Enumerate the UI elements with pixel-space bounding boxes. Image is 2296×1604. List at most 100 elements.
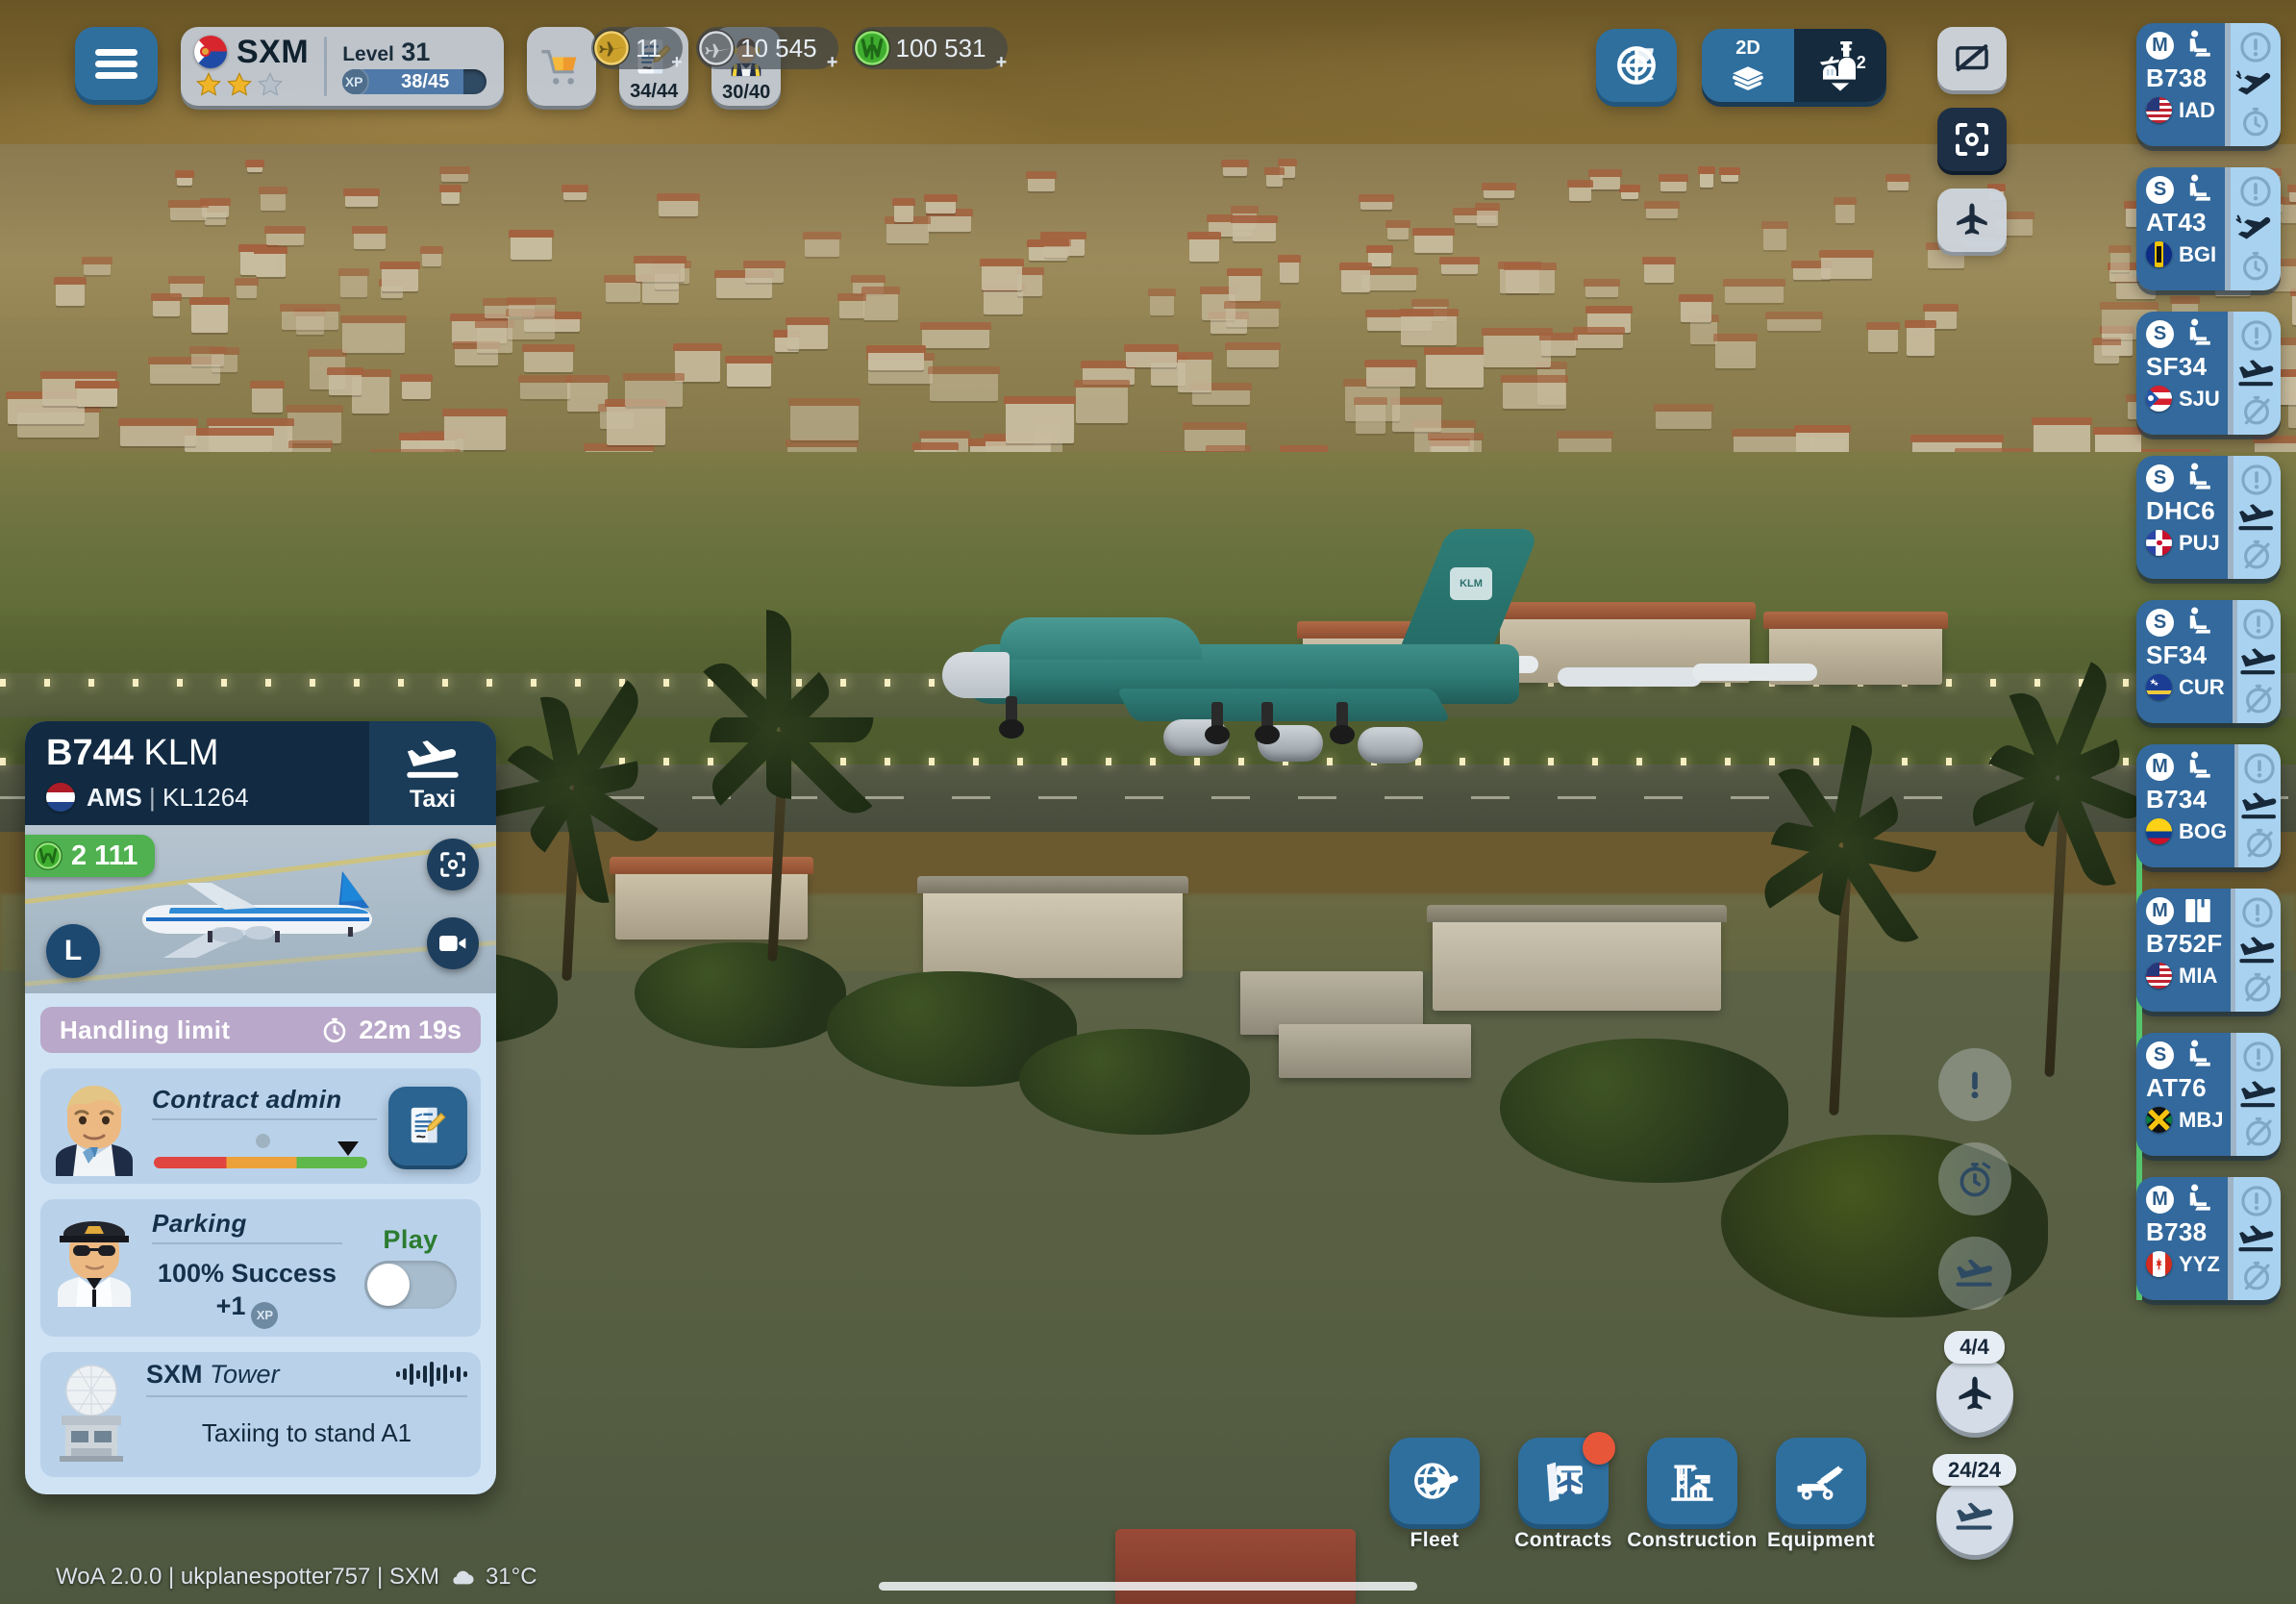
alerts-filter-button[interactable] bbox=[1937, 1048, 2011, 1121]
alert-circle-icon[interactable] bbox=[2241, 1040, 2276, 1074]
passenger-seat-icon bbox=[2182, 1183, 2214, 1216]
passenger-seat-icon bbox=[2182, 1039, 2214, 1071]
stopwatch-icon bbox=[2243, 107, 2268, 137]
flight-strip-actions[interactable] bbox=[2233, 456, 2281, 579]
focus-camera-button[interactable] bbox=[1937, 108, 2007, 171]
timers-filter-button[interactable] bbox=[1937, 1142, 2011, 1216]
flight-strip[interactable]: S DHC6 PUJ bbox=[2136, 456, 2281, 579]
contract-admin-role: Contract admin bbox=[152, 1087, 377, 1120]
flight-strip[interactable]: S AT43 BGI bbox=[2136, 167, 2281, 1300]
stopwatch-icon[interactable] bbox=[2238, 104, 2273, 138]
contract-admin-action-button[interactable] bbox=[388, 1087, 467, 1165]
parking-success-rate: 100% Success bbox=[157, 1259, 337, 1288]
aircraft-filter-button[interactable] bbox=[1937, 188, 2007, 252]
alert-circle-icon[interactable] bbox=[2241, 607, 2276, 641]
alert-circle-icon[interactable] bbox=[2242, 751, 2277, 786]
contract-admin-row[interactable]: Contract admin bbox=[40, 1068, 481, 1184]
stopwatch-disabled-icon[interactable] bbox=[2240, 969, 2275, 1004]
dominican-republic-flag bbox=[2146, 530, 2172, 556]
main-toolbar: Fleet Contracts Construction Equipment bbox=[1385, 1432, 1875, 1550]
flight-strip-actions[interactable] bbox=[2236, 600, 2281, 723]
2d-view-button[interactable]: 2D bbox=[1702, 29, 1794, 102]
parking-play-toggle[interactable] bbox=[364, 1260, 457, 1309]
toolbar-contracts-button[interactable]: Contracts bbox=[1513, 1432, 1615, 1550]
flight-strip[interactable]: M B734 BOG bbox=[2136, 744, 2281, 867]
handling-limit-time: 22m 19s bbox=[320, 1015, 462, 1044]
puerto-rico-flag bbox=[2146, 386, 2172, 412]
flight-strip-actions[interactable] bbox=[2233, 1177, 2281, 1300]
stopwatch-disabled-icon[interactable] bbox=[2241, 681, 2276, 715]
alert-circle-icon bbox=[2240, 32, 2271, 63]
stopwatch-disabled-icon[interactable] bbox=[2239, 392, 2274, 427]
toolbar-construction-button[interactable]: Construction bbox=[1627, 1438, 1757, 1550]
flight-strip[interactable]: M B752F MIA bbox=[2136, 889, 2281, 1012]
flight-strip-actions[interactable] bbox=[2234, 889, 2281, 1012]
terminal-count: 2 bbox=[1857, 53, 1866, 72]
destination-code: SJU bbox=[2179, 386, 2220, 411]
alert-circle-icon[interactable] bbox=[2240, 895, 2275, 930]
silver-plane-currency[interactable]: 10 545 + bbox=[696, 27, 838, 72]
parking-role: Parking bbox=[152, 1211, 342, 1244]
add-gold-icon[interactable]: + bbox=[667, 53, 686, 73]
aircraft-type: B738 bbox=[2146, 1217, 2208, 1246]
radar-view-button[interactable] bbox=[1596, 29, 1677, 102]
flight-strip[interactable]: M B738 YYZ bbox=[2136, 1177, 2281, 1300]
alert-circle-icon[interactable] bbox=[2239, 1184, 2274, 1218]
flight-strip-info: S SF34 CUR bbox=[2136, 600, 2233, 723]
flight-strip[interactable]: S AT76 MBJ bbox=[2136, 1033, 2281, 1156]
stopwatch-icon[interactable] bbox=[2238, 248, 2273, 283]
terminal-select-button[interactable]: 2 bbox=[1794, 29, 1886, 102]
stopwatch-icon bbox=[2243, 251, 2268, 281]
stands-capacity-button[interactable]: 24/24 bbox=[1933, 1453, 2017, 1555]
aircraft-size-badge: M bbox=[2146, 752, 2174, 781]
add-cash-icon[interactable]: + bbox=[992, 53, 1011, 73]
main-menu-button[interactable] bbox=[75, 27, 158, 100]
alert-circle-icon bbox=[2243, 609, 2275, 639]
destination-code: MBJ bbox=[2179, 1107, 2224, 1132]
passenger-seat-icon bbox=[2189, 463, 2210, 489]
aircraft-route: AMS | KL1264 bbox=[87, 783, 249, 812]
flight-strip[interactable]: M B738 IAD bbox=[2136, 23, 2281, 1300]
aircraft-thumbnail bbox=[112, 850, 400, 975]
flight-strip[interactable]: S SF34 CUR bbox=[2136, 600, 2281, 723]
alert-circle-icon bbox=[2240, 176, 2271, 207]
aircraft-detail-panel[interactable]: B744 KLM AMS | KL1264 Taxi 2 111 L Handl… bbox=[25, 721, 496, 1494]
alert-circle-icon[interactable] bbox=[2238, 174, 2273, 209]
hide-labels-button[interactable] bbox=[1937, 27, 2007, 90]
green-cash-currency[interactable]: 100 531 + bbox=[849, 25, 1008, 72]
stopwatch-disabled-icon[interactable] bbox=[2241, 1114, 2276, 1148]
flight-strip-actions[interactable] bbox=[2231, 23, 2281, 146]
aircraft-panel-header: B744 KLM AMS | KL1264 Taxi bbox=[25, 721, 496, 825]
camera-follow-button[interactable] bbox=[427, 917, 479, 969]
flight-strip[interactable]: S SF34 SJU bbox=[2136, 312, 2281, 435]
aircraft-size-badge: M bbox=[2146, 31, 2174, 60]
aircraft-state-label: Taxi bbox=[409, 785, 457, 813]
toolbar-fleet-button[interactable]: Fleet bbox=[1385, 1438, 1485, 1550]
flight-strip-actions[interactable] bbox=[2233, 312, 2281, 435]
flight-strip-actions[interactable] bbox=[2231, 167, 2281, 290]
home-indicator[interactable] bbox=[879, 1582, 1417, 1591]
alert-circle-icon[interactable] bbox=[2239, 463, 2274, 497]
departures-slots-button[interactable]: 4/4 bbox=[1935, 1331, 2013, 1433]
airport-level-card[interactable]: SXM Level 31 XP 38/45 bbox=[181, 27, 505, 106]
flight-strip-actions[interactable] bbox=[2238, 744, 2281, 867]
flight-strip-actions[interactable] bbox=[2235, 1033, 2281, 1156]
view-mode-toggle[interactable]: 2D 2 bbox=[1702, 29, 1886, 102]
add-silver-icon[interactable]: + bbox=[823, 53, 842, 73]
arrivals-filter-button[interactable] bbox=[1937, 1237, 2011, 1310]
toolbar-equipment-button[interactable]: Equipment bbox=[1767, 1438, 1875, 1550]
shop-button[interactable] bbox=[527, 27, 597, 106]
stopwatch-disabled-icon[interactable] bbox=[2239, 1258, 2274, 1292]
departure-icon bbox=[2234, 70, 2277, 99]
alert-circle-icon[interactable] bbox=[2239, 318, 2274, 353]
destination-code: BOG bbox=[2179, 818, 2228, 843]
stopwatch-disabled-icon[interactable] bbox=[2239, 537, 2274, 571]
klm-747-aircraft: KLM bbox=[923, 500, 1558, 769]
stopwatch-disabled-icon[interactable] bbox=[2242, 825, 2277, 860]
focus-aircraft-button[interactable] bbox=[427, 839, 479, 890]
green-w-coin-icon bbox=[849, 25, 895, 71]
focus-frame-icon bbox=[440, 852, 465, 877]
gold-plane-currency[interactable]: 11 + bbox=[591, 27, 683, 72]
alert-circle-icon[interactable] bbox=[2238, 30, 2273, 64]
parking-row[interactable]: Parking 100% Success +1 XP Play bbox=[40, 1199, 481, 1337]
